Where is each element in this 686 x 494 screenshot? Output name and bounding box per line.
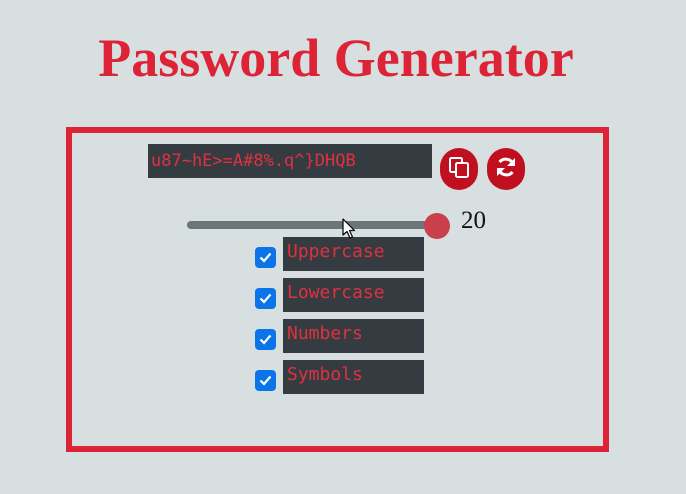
checkmark-icon [259, 252, 272, 263]
refresh-icon [494, 155, 518, 184]
length-value: 20 [461, 207, 486, 234]
copy-button[interactable] [440, 148, 478, 190]
slider-track[interactable] [187, 221, 438, 229]
numbers-label: Numbers [283, 319, 424, 353]
uppercase-checkbox[interactable] [255, 247, 276, 268]
lowercase-checkbox[interactable] [255, 288, 276, 309]
page-title: Password Generator [98, 28, 574, 88]
symbols-label: Symbols [283, 360, 424, 394]
slider-thumb[interactable] [424, 213, 450, 239]
numbers-checkbox[interactable] [255, 329, 276, 350]
checkmark-icon [259, 334, 272, 345]
option-uppercase[interactable]: Uppercase [255, 237, 425, 271]
copy-icon [447, 155, 471, 184]
lowercase-label: Lowercase [283, 278, 424, 312]
password-output[interactable]: u87~hE>=A#8%.q^}DHQB [148, 144, 432, 178]
uppercase-label: Uppercase [283, 237, 424, 271]
checkmark-icon [259, 293, 272, 304]
length-slider[interactable] [187, 213, 450, 239]
mouse-pointer-icon [342, 218, 356, 239]
option-numbers[interactable]: Numbers [255, 319, 425, 353]
symbols-checkbox[interactable] [255, 370, 276, 391]
regenerate-button[interactable] [487, 148, 525, 190]
option-symbols[interactable]: Symbols [255, 360, 425, 394]
checkmark-icon [259, 375, 272, 386]
option-lowercase[interactable]: Lowercase [255, 278, 425, 312]
